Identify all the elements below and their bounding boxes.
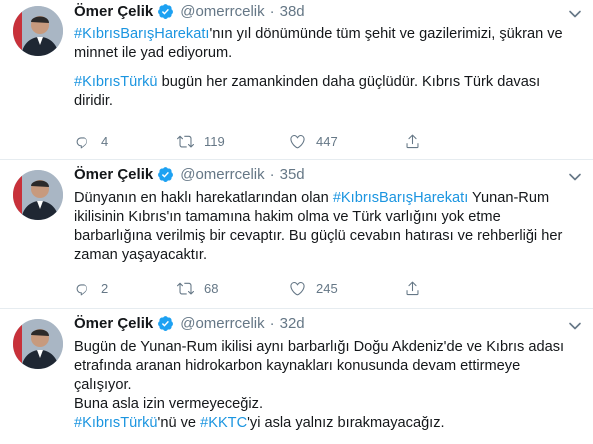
like-button[interactable]: 245 [289, 280, 338, 297]
tweet-actions: 4 119 447 [74, 133, 514, 153]
share-icon [406, 281, 419, 296]
retweet-icon [177, 135, 194, 148]
tweet-paragraph: #KıbrısBarışHarekatı'nın yıl dönümünde t… [74, 25, 579, 63]
tweet-text-segment: Buna asla izin vermeyeceğiz. [74, 396, 263, 412]
reply-button[interactable]: 4 [74, 133, 108, 150]
tweet-text-segment: Bugün de Yunan-Rum ikilisi aynı barbarlı… [74, 339, 565, 355]
reply-icon [76, 284, 87, 296]
tweet-text: Bugün de Yunan-Rum ikilisi aynı barbarlı… [74, 338, 579, 443]
retweet-count: 68 [204, 281, 219, 296]
retweet-button[interactable]: 119 [177, 133, 225, 150]
retweet-count: 119 [204, 134, 225, 149]
share-icon [406, 134, 419, 149]
like-button[interactable]: 447 [289, 133, 338, 150]
hashtag-link[interactable]: #KıbrısBarışHarekatı [74, 26, 209, 42]
author-handle[interactable]: @omerrcelik [180, 166, 264, 183]
tweet-actions: 2 68 245 [74, 280, 514, 300]
tweet-text-segment: bugün her zamankinden daha güçlüdür. Kıb… [157, 74, 541, 90]
tweet[interactable]: Ömer Çelik @omerrcelik · 32d Bugün de Yu… [0, 310, 593, 444]
tweet-paragraph: Bugün de Yunan-Rum ikilisi aynı barbarlı… [74, 338, 579, 433]
tweet-text-segment: diridir. [74, 93, 113, 109]
avatar[interactable] [13, 170, 63, 220]
tweet-line: barbarlığına verilmiş bir cevaptır. Bu g… [74, 227, 579, 246]
verified-badge-icon [157, 3, 174, 20]
reply-button[interactable]: 2 [74, 280, 108, 297]
like-count: 245 [316, 281, 338, 296]
hashtag-link[interactable]: #KıbrısTürkü [74, 74, 158, 90]
tweet-text-segment: Yunan-Rum [468, 190, 550, 206]
heart-icon [290, 281, 305, 296]
avatar[interactable] [13, 319, 63, 369]
tweet-text-segment: minnet ile yad ediyorum. [74, 45, 233, 61]
tweet-text-segment: zaman yaşayacaktır. [74, 247, 208, 263]
tweet-line: #KıbrısTürkü bugün her zamankinden daha … [74, 73, 579, 92]
separator-dot: · [269, 166, 275, 183]
author-handle[interactable]: @omerrcelik [180, 315, 264, 332]
retweet-button[interactable]: 68 [177, 280, 218, 297]
tweet[interactable]: Ömer Çelik @omerrcelik · 35d Dünyanın en… [0, 161, 593, 309]
tweet-header: Ömer Çelik @omerrcelik · 32d [74, 315, 305, 332]
separator-dot: · [269, 315, 275, 332]
tweet-line: #KıbrısTürkü'nü ve #KKTC'yi asla yalnız … [74, 414, 579, 433]
author-name[interactable]: Ömer Çelik [74, 3, 153, 20]
tweet-timestamp[interactable]: 32d [280, 315, 305, 332]
tweet-text: Dünyanın en haklı harekatlarından olan #… [74, 189, 579, 275]
tweet-line: Buna asla izin vermeyeceğiz. [74, 395, 579, 414]
chevron-down-icon[interactable] [568, 7, 582, 21]
author-name[interactable]: Ömer Çelik [74, 166, 153, 183]
reply-icon [76, 137, 87, 149]
tweet-text-segment: ikilisinin Kıbrıs'ın tamamına hakim olma… [74, 209, 501, 225]
retweet-icon [177, 282, 194, 295]
tweet-text-segment: Dünyanın en haklı harekatlarından olan [74, 190, 333, 206]
tweet-timestamp[interactable]: 35d [280, 166, 305, 183]
tweet-timestamp[interactable]: 38d [280, 3, 305, 20]
reply-count: 4 [101, 134, 109, 149]
tweet-text-segment: etrafında aranan hidrokarbon kaynakları … [74, 358, 521, 374]
tweet-line: ikilisinin Kıbrıs'ın tamamına hakim olma… [74, 208, 579, 227]
tweet-line: minnet ile yad ediyorum. [74, 44, 579, 63]
tweet-paragraph: #KıbrısTürkü bugün her zamankinden daha … [74, 73, 579, 111]
tweet[interactable]: Ömer Çelik @omerrcelik · 38d #KıbrısBarı… [0, 0, 593, 160]
heart-icon [290, 134, 305, 149]
tweet-feed: Ömer Çelik @omerrcelik · 38d #KıbrısBarı… [0, 0, 593, 444]
separator-dot: · [269, 3, 275, 20]
verified-badge-icon [157, 315, 174, 332]
tweet-line: zaman yaşayacaktır. [74, 246, 579, 265]
hashtag-link[interactable]: #KıbrısTürkü [74, 415, 158, 431]
chevron-down-icon[interactable] [568, 319, 582, 333]
verified-badge-icon [157, 166, 174, 183]
tweet-text-segment: çalışıyor. [74, 377, 132, 393]
tweet-paragraph: Dünyanın en haklı harekatlarından olan #… [74, 189, 579, 265]
share-button[interactable] [404, 280, 431, 297]
tweet-line: Dünyanın en haklı harekatlarından olan #… [74, 189, 579, 208]
tweet-line: #KıbrısBarışHarekatı'nın yıl dönümünde t… [74, 25, 579, 44]
tweet-header: Ömer Çelik @omerrcelik · 35d [74, 166, 305, 183]
author-handle[interactable]: @omerrcelik [180, 3, 264, 20]
share-button[interactable] [404, 133, 431, 150]
avatar[interactable] [13, 6, 63, 56]
tweet-text-segment: 'yi asla yalnız bırakmayacağız. [247, 415, 445, 431]
hashtag-link[interactable]: #KKTC [200, 415, 247, 431]
tweet-text-segment: 'nü ve [157, 415, 201, 431]
tweet-line: etrafında aranan hidrokarbon kaynakları … [74, 357, 579, 376]
tweet-text-segment: 'nın yıl dönümünde tüm şehit ve gazileri… [209, 26, 563, 42]
reply-count: 2 [101, 281, 109, 296]
hashtag-link[interactable]: #KıbrısBarışHarekatı [333, 190, 468, 206]
tweet-text-segment: barbarlığına verilmiş bir cevaptır. Bu g… [74, 228, 563, 244]
author-name[interactable]: Ömer Çelik [74, 315, 153, 332]
tweet-line: çalışıyor. [74, 376, 579, 395]
tweet-header: Ömer Çelik @omerrcelik · 38d [74, 3, 305, 20]
tweet-line: Bugün de Yunan-Rum ikilisi aynı barbarlı… [74, 338, 579, 357]
chevron-down-icon[interactable] [568, 170, 582, 184]
tweet-text: #KıbrısBarışHarekatı'nın yıl dönümünde t… [74, 25, 579, 121]
tweet-line: diridir. [74, 92, 579, 111]
like-count: 447 [316, 134, 338, 149]
